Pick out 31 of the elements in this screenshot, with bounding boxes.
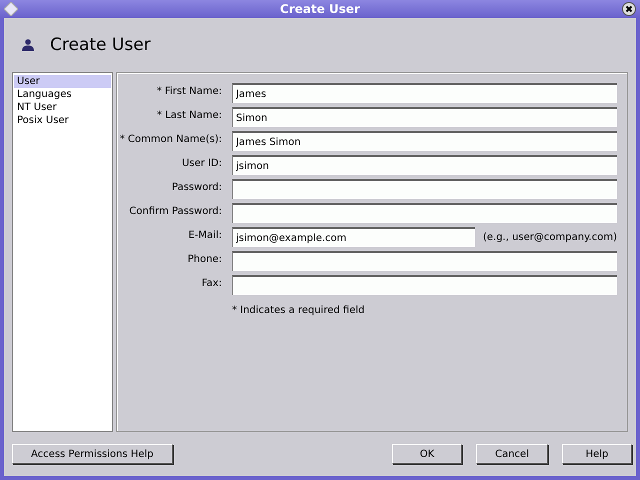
- help-button[interactable]: Access Permissions Help: [12, 444, 173, 464]
- field-label: * First Name:: [156, 85, 222, 97]
- dialog-button[interactable]: Cancel: [476, 444, 548, 464]
- list-item[interactable]: Languages: [14, 88, 111, 101]
- field-label: Phone:: [186, 253, 222, 265]
- input-field[interactable]: Simon: [232, 107, 617, 127]
- dialog-button[interactable]: OK: [392, 444, 462, 464]
- list-item[interactable]: NT User: [14, 101, 111, 114]
- diamond-logo-icon: [4, 2, 18, 16]
- input-field[interactable]: [232, 251, 617, 271]
- input-field[interactable]: jsimon: [232, 155, 617, 175]
- field-label: * Last Name:: [156, 109, 222, 121]
- close-icon[interactable]: [622, 2, 636, 16]
- input-field[interactable]: jsimon@example.com: [232, 227, 475, 247]
- input-field[interactable]: [232, 275, 617, 295]
- field-label: E-Mail:: [187, 229, 222, 241]
- input-field[interactable]: [232, 179, 617, 199]
- list-item[interactable]: User: [14, 75, 111, 88]
- required-note: * Indicates a required field: [232, 304, 366, 316]
- field-label: Password:: [170, 181, 222, 193]
- hint-text: (e.g., user@company.com): [482, 232, 617, 242]
- header-title: Create User: [50, 35, 151, 55]
- input-field[interactable]: [232, 203, 617, 223]
- field-label: Confirm Password:: [128, 205, 222, 217]
- field-label: User ID:: [180, 157, 222, 169]
- field-label: * Common Name(s):: [118, 133, 222, 145]
- list-item[interactable]: Posix User: [14, 114, 111, 127]
- field-label: Fax:: [200, 277, 222, 289]
- window-title: Create User: [280, 2, 360, 16]
- dialog-button[interactable]: Help: [562, 444, 632, 464]
- user-icon: [22, 39, 34, 51]
